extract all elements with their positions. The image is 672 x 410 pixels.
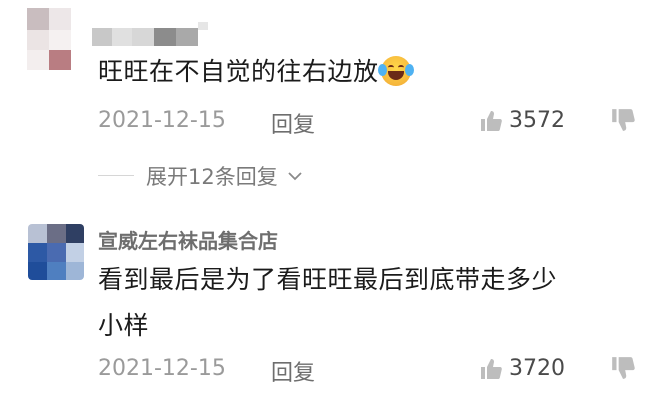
chevron-down-icon <box>288 162 303 186</box>
comment-text: 旺旺在不自觉的往右边放 <box>98 54 414 90</box>
avatar[interactable] <box>28 224 84 280</box>
reply-button[interactable]: 回复 <box>271 107 315 139</box>
reply-button[interactable]: 回复 <box>271 355 315 387</box>
thumbs-down-icon[interactable] <box>610 107 636 133</box>
comment-date: 2021-12-15 <box>98 108 226 133</box>
divider <box>98 175 134 176</box>
laughing-crying-emoji-icon <box>377 56 414 86</box>
comment-date: 2021-12-15 <box>98 356 226 381</box>
like-count: 3720 <box>509 356 565 381</box>
username[interactable]: 宣威左右袜品集合店 <box>98 225 278 254</box>
thumbs-up-icon[interactable] <box>479 109 503 133</box>
expand-replies-button[interactable]: 展开12条回复 <box>146 161 303 191</box>
like-count: 3572 <box>509 108 565 133</box>
comment-text: 看到最后是为了看旺旺最后到底带走多少 <box>98 265 558 294</box>
thumbs-down-icon[interactable] <box>610 355 636 381</box>
comment-text-continued: 小样 <box>98 311 150 340</box>
thumbs-up-icon[interactable] <box>479 357 503 381</box>
